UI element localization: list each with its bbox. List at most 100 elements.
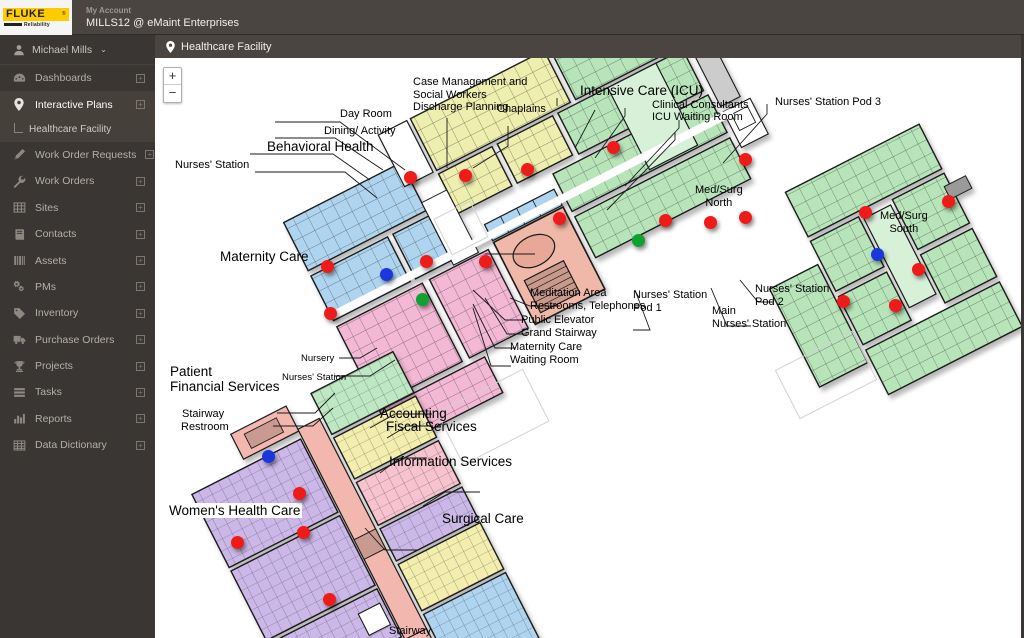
- plan-header-title: Healthcare Facility: [181, 40, 272, 53]
- sidebar-nav: Dashboards + Interactive Plans + Healthcare …: [0, 65, 155, 458]
- table-icon: [12, 438, 26, 452]
- zoom-out-button[interactable]: −: [164, 85, 181, 102]
- label-stairway-pfs: Stairway: [182, 408, 225, 420]
- asset-marker-red[interactable]: [323, 593, 336, 606]
- label-restroom-pfs: Restroom: [181, 421, 229, 433]
- sidebar-item-label: Inventory: [35, 307, 79, 320]
- expand-icon[interactable]: +: [136, 335, 145, 345]
- sidebar-item-work-order-requests[interactable]: Work Order Requests +: [0, 142, 155, 168]
- asset-marker-red[interactable]: [607, 141, 620, 154]
- expand-icon[interactable]: +: [136, 282, 145, 292]
- expand-icon[interactable]: +: [136, 256, 145, 266]
- asset-marker-red[interactable]: [912, 263, 925, 276]
- columns-icon: [12, 254, 26, 268]
- label-chaplains: Chaplains: [497, 103, 546, 115]
- label-day-room: Day Room: [340, 108, 392, 120]
- sidebar-item-contacts[interactable]: Contacts +: [0, 221, 155, 247]
- asset-marker-red[interactable]: [942, 195, 955, 208]
- label-public-elevator: Public Elevator: [521, 314, 595, 326]
- asset-marker-green[interactable]: [632, 234, 645, 247]
- registered-mark-icon: ®: [61, 10, 66, 17]
- asset-marker-red[interactable]: [321, 260, 334, 273]
- zoom-in-button[interactable]: +: [164, 68, 181, 85]
- expand-icon[interactable]: +: [145, 150, 155, 160]
- label-meditation-area: Meditation Area: [530, 287, 607, 299]
- label-womens-health-care: Women's Health Care: [167, 503, 303, 518]
- expand-icon[interactable]: +: [136, 73, 145, 83]
- expand-icon[interactable]: +: [136, 203, 145, 213]
- wrench-icon: [12, 174, 26, 188]
- sidebar-item-projects[interactable]: Projects +: [0, 353, 155, 379]
- asset-marker-red[interactable]: [404, 171, 417, 184]
- sidebar-item-purchase-orders[interactable]: Purchase Orders +: [0, 327, 155, 353]
- expand-icon[interactable]: +: [136, 414, 145, 424]
- label-dining-activity: Dining/ Activity: [324, 125, 396, 137]
- asset-marker-red[interactable]: [659, 214, 672, 227]
- expand-icon[interactable]: +: [136, 387, 145, 397]
- asset-marker-red[interactable]: [297, 526, 310, 539]
- dashboard-icon: [12, 71, 26, 85]
- asset-marker-red[interactable]: [553, 212, 566, 225]
- asset-marker-red[interactable]: [704, 216, 717, 229]
- sidebar-user-name: Michael Mills: [32, 43, 93, 56]
- truck-icon: [12, 333, 26, 347]
- label-information-services: Information Services: [389, 454, 513, 469]
- label-fiscal-services: Fiscal Services: [386, 419, 477, 434]
- label-behavioral-health: Behavioral Health: [267, 139, 374, 154]
- sidebar-item-data-dictionary[interactable]: Data Dictionary +: [0, 432, 155, 458]
- sidebar-item-interactive-plans[interactable]: Interactive Plans +: [0, 91, 155, 118]
- sidebar-item-label: Projects: [35, 360, 73, 373]
- asset-marker-red[interactable]: [459, 169, 472, 182]
- sidebar-item-dashboards[interactable]: Dashboards +: [0, 65, 155, 91]
- map-pin-icon: [12, 98, 26, 112]
- expand-icon[interactable]: +: [136, 100, 145, 110]
- asset-marker-red[interactable]: [293, 487, 306, 500]
- fluke-logo[interactable]: FLUKE ® Reliability: [0, 0, 72, 35]
- sidebar-item-sites[interactable]: Sites +: [0, 195, 155, 221]
- sidebar-item-pms[interactable]: PMs +: [0, 274, 155, 300]
- asset-marker-red[interactable]: [739, 153, 752, 166]
- expand-icon[interactable]: +: [136, 229, 145, 239]
- sidebar-item-tasks[interactable]: Tasks +: [0, 379, 155, 405]
- asset-marker-red[interactable]: [324, 307, 337, 320]
- asset-marker-red[interactable]: [739, 211, 752, 224]
- asset-marker-red[interactable]: [231, 536, 244, 549]
- label-grand-stairway: Grand Stairway: [521, 327, 597, 339]
- floor-plan-canvas[interactable]: + − Case Management and Social Workers D…: [155, 58, 1021, 638]
- gears-icon: [12, 280, 26, 294]
- asset-marker-red[interactable]: [479, 255, 492, 268]
- sidebar-item-inventory[interactable]: Inventory +: [0, 300, 155, 326]
- asset-marker-red[interactable]: [521, 163, 534, 176]
- pencil-icon: [12, 148, 26, 162]
- chevron-down-icon: ⌄: [100, 45, 107, 54]
- fluke-logo-wordmark: FLUKE ®: [3, 7, 69, 21]
- expand-icon[interactable]: +: [136, 176, 145, 186]
- sidebar-item-reports[interactable]: Reports +: [0, 406, 155, 432]
- label-maternity-care: Maternity Care: [220, 249, 309, 264]
- expand-icon[interactable]: +: [136, 440, 145, 450]
- sidebar-user-menu[interactable]: Michael Mills ⌄: [0, 35, 155, 65]
- asset-marker-blue[interactable]: [380, 268, 393, 281]
- fluke-logo-text: FLUKE: [6, 7, 46, 20]
- sidebar-item-assets[interactable]: Assets +: [0, 247, 155, 273]
- asset-marker-green[interactable]: [416, 293, 429, 306]
- fluke-logo-tagline: Reliability: [3, 22, 69, 28]
- account-info[interactable]: My Account MILLS12 @ eMaint Enterprises: [72, 0, 239, 34]
- asset-marker-blue[interactable]: [871, 248, 884, 261]
- user-avatar-icon: [12, 43, 25, 56]
- plan-header: Healthcare Facility: [155, 35, 1021, 58]
- expand-icon[interactable]: +: [136, 361, 145, 371]
- sidebar-subitem-label: Healthcare Facility: [29, 124, 112, 136]
- main-panel: Healthcare Facility + − Case Management …: [155, 35, 1021, 638]
- asset-marker-blue[interactable]: [262, 450, 275, 463]
- label-nursery: Nursery: [301, 353, 335, 364]
- asset-marker-red[interactable]: [859, 206, 872, 219]
- asset-marker-red[interactable]: [837, 295, 850, 308]
- asset-marker-red[interactable]: [889, 299, 902, 312]
- sidebar-item-work-orders[interactable]: Work Orders +: [0, 168, 155, 194]
- sidebar-subitem-healthcare-facility[interactable]: Healthcare Facility: [0, 117, 155, 142]
- asset-marker-red[interactable]: [420, 255, 433, 268]
- fluke-reliability-text: Reliability: [24, 21, 50, 28]
- label-maternity-care-waiting-room: Maternity Care Waiting Room: [510, 341, 583, 366]
- expand-icon[interactable]: +: [136, 308, 145, 318]
